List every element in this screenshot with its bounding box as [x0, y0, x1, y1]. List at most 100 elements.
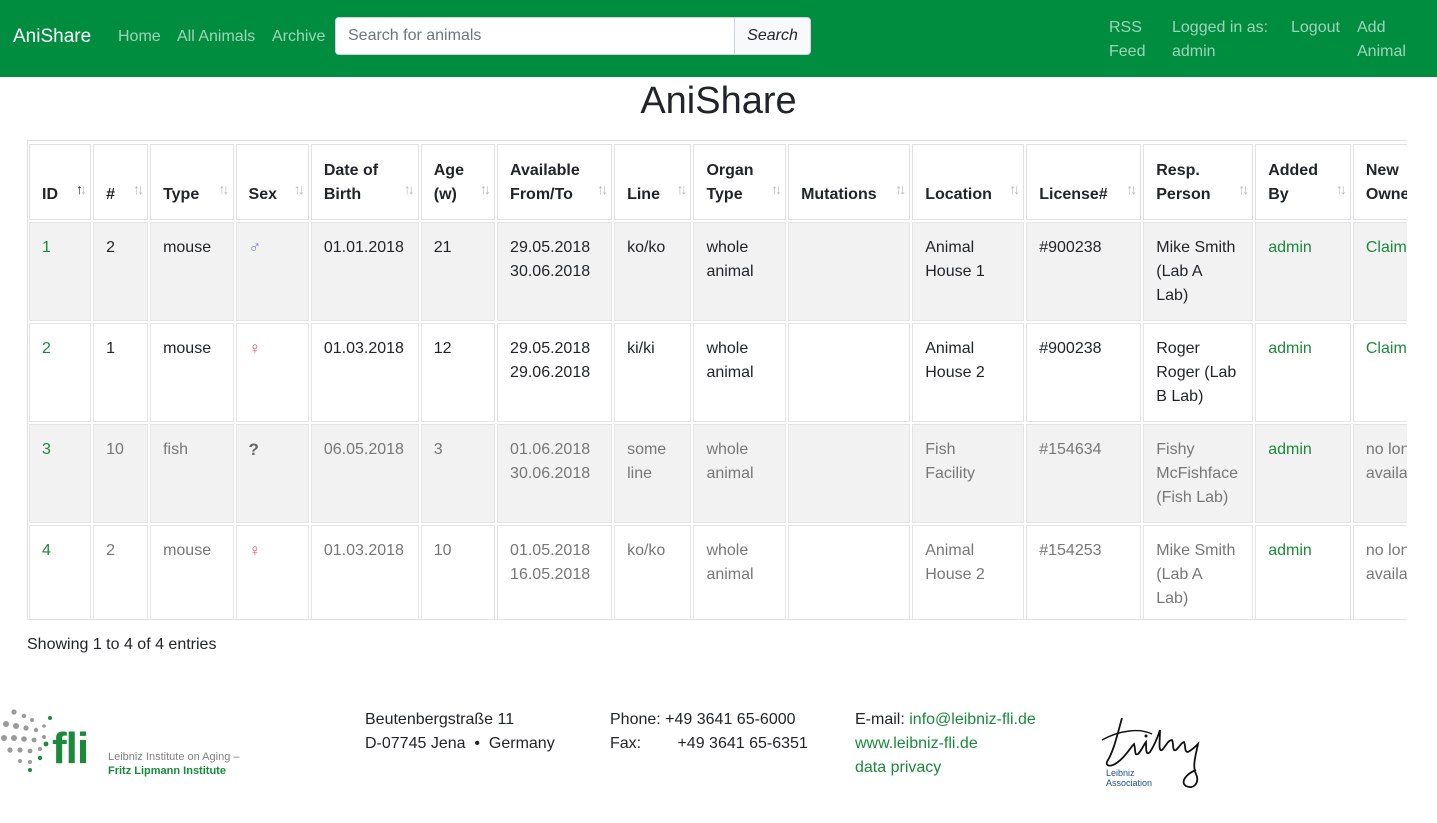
website-link[interactable]: www.leibniz-fli.de — [855, 732, 1036, 756]
column-header[interactable]: Type ↑↓ — [150, 144, 234, 220]
column-header-label: Added — [1268, 162, 1318, 179]
nav-home[interactable]: Home — [118, 28, 161, 46]
cell-resp-person-text: Lab) — [1156, 287, 1189, 304]
cell-line: ko/ko — [614, 222, 692, 321]
animal-id-link[interactable]: 2 — [42, 337, 78, 361]
sort-arrows-icon[interactable]: ↑↓ — [219, 177, 230, 201]
cell-type: fish — [150, 424, 234, 523]
animal-id-link[interactable]: 4 — [42, 539, 78, 563]
search-input[interactable] — [335, 17, 735, 55]
claim-link[interactable]: Claim! — [1366, 337, 1407, 361]
animals-table: ID ↑↓ # ↑↓ Type ↑↓ Sex ↑↓ Date of Birth ↑↓ Age (w) ↑↓… — [28, 142, 1407, 619]
column-header[interactable]: Available From/To ↑↓ — [497, 144, 613, 220]
column-header[interactable]: Age (w) ↑↓ — [420, 144, 496, 220]
cell-new-owner-text: available — [1365, 566, 1407, 583]
column-header[interactable]: # ↑↓ — [93, 144, 149, 220]
sort-arrows-icon[interactable]: ↑↓ — [76, 177, 87, 201]
column-header[interactable]: Date of Birth ↑↓ — [310, 144, 419, 220]
sort-arrows-icon[interactable]: ↑↓ — [771, 177, 782, 201]
cell-age-text: 21 — [433, 239, 452, 256]
search-button[interactable]: Search — [734, 17, 811, 55]
column-header[interactable]: NewOwner↑↓ — [1352, 144, 1407, 220]
rss-feed-link[interactable]: RSS Feed — [1109, 16, 1145, 64]
added-by-link[interactable]: admin — [1268, 539, 1338, 563]
logout-link[interactable]: Logout — [1291, 16, 1340, 40]
cell-organ-type: whole animal — [693, 424, 787, 523]
column-header-label-line2: Birth — [323, 186, 362, 203]
sort-arrows-icon[interactable]: ↑↓ — [1009, 177, 1020, 201]
added-by-link[interactable]: admin — [1268, 337, 1338, 361]
sort-arrows-icon[interactable]: ↑↓ — [294, 177, 305, 201]
sort-arrows-icon[interactable]: ↑↓ — [597, 177, 608, 201]
table-row[interactable]: 2 1 mouse ♀ 01.03.2018 12 29.05.2018 29.06.2018… — [29, 323, 1407, 422]
cell-location: Animal House 2 — [912, 323, 1025, 422]
column-header[interactable]: Location ↑↓ — [912, 144, 1025, 220]
column-header[interactable]: Mutations ↑↓ — [788, 144, 911, 220]
column-header[interactable]: Resp. Person ↑↓ — [1143, 144, 1254, 220]
table-row[interactable]: 4 2 mouse ♀ 01.03.2018 10 01.05.2018 16.05.2018… — [29, 525, 1407, 619]
add-animal-link[interactable]: Add Animal — [1357, 16, 1406, 64]
column-header-label: Line — [627, 186, 660, 203]
sort-arrows-icon[interactable]: ↑↓ — [676, 177, 687, 201]
added-by-link[interactable]: admin — [1268, 236, 1338, 260]
cell-line-text: ko/ko — [627, 239, 666, 256]
column-header[interactable]: License# ↑↓ — [1026, 144, 1142, 220]
data-privacy-link[interactable]: data privacy — [855, 756, 1036, 780]
leibniz-logo-text-1: Leibniz — [1106, 768, 1135, 778]
nav-all-animals[interactable]: All Animals — [177, 28, 255, 46]
animal-id-link[interactable]: 1 — [42, 236, 78, 260]
leibniz-association-logo-icon: Leibniz Association — [1101, 717, 1200, 788]
fli-logo-subtitle-1: Leibniz Institute on Aging – — [108, 751, 240, 763]
cell-mutations — [788, 424, 911, 523]
sort-arrows-icon[interactable]: ↑↓ — [1126, 177, 1137, 201]
cell-dob: 01.01.2018 — [310, 222, 419, 321]
column-header[interactable]: Organ Type ↑↓ — [693, 144, 787, 220]
cell-type-text: mouse — [163, 239, 212, 256]
cell-resp-person-text: Mike Smith — [1156, 542, 1236, 559]
cell-available-text: 16.05.2018 — [510, 566, 591, 583]
nav-archive[interactable]: Archive — [272, 28, 325, 46]
cell-new-owner-text: no longer — [1365, 542, 1407, 559]
phone-number: +49 3641 65-6000 — [665, 711, 796, 728]
cell-age: 3 — [420, 424, 496, 523]
sort-arrows-icon[interactable]: ↑↓ — [895, 177, 906, 201]
sort-arrows-icon[interactable]: ↑↓ — [1336, 177, 1347, 201]
cell-count: 10 — [93, 424, 149, 523]
cell-available: 29.05.2018 29.06.2018 — [497, 323, 613, 422]
cell-organ-type-text: whole — [706, 441, 749, 458]
column-header[interactable]: Sex ↑↓ — [235, 144, 309, 220]
sort-arrows-icon[interactable]: ↑↓ — [480, 177, 491, 201]
column-header-label: ID — [42, 186, 58, 203]
brand-logo[interactable]: AniShare — [13, 26, 91, 48]
cell-type: mouse — [150, 525, 234, 619]
column-header[interactable]: Line ↑↓ — [614, 144, 692, 220]
cell-resp-person-text: Roger — [1156, 340, 1200, 357]
cell-resp-person-text: Lab) — [1156, 590, 1189, 607]
cell-resp-person-text: B Lab) — [1156, 388, 1204, 405]
table-row[interactable]: 3 10 fish? 06.05.2018 3 01.06.2018 30.06.2018 s… — [29, 424, 1407, 523]
claim-link[interactable]: Claim! — [1366, 236, 1407, 260]
cell-available-text: 29.05.2018 — [510, 239, 591, 256]
cell-license: #154253 — [1026, 525, 1142, 619]
cell-count: 1 — [93, 323, 149, 422]
sort-arrows-icon[interactable]: ↑↓ — [1238, 177, 1249, 201]
cell-location-text: Facility — [925, 465, 976, 482]
cell-dob-text: 06.05.2018 — [323, 441, 404, 458]
added-by-link[interactable]: admin — [1268, 438, 1338, 462]
cell-available-text: 01.05.2018 — [510, 542, 591, 559]
table-row[interactable]: 1 2 mouse ♂ 01.01.2018 21 29.05.2018 30.06.2018… — [29, 222, 1407, 321]
column-header[interactable]: ID ↑↓ — [29, 144, 92, 220]
sort-arrows-icon[interactable]: ↑↓ — [133, 177, 144, 201]
animal-id-link[interactable]: 3 — [42, 438, 78, 462]
cell-license-text: #154634 — [1039, 441, 1102, 458]
cell-organ-type-text: animal — [706, 566, 754, 583]
column-header[interactable]: Added By ↑↓ — [1255, 144, 1351, 220]
cell-count: 2 — [93, 222, 149, 321]
cell-count-text: 2 — [106, 542, 115, 559]
email-link[interactable]: info@leibniz-fli.de — [909, 711, 1036, 728]
sort-arrows-icon[interactable]: ↑↓ — [404, 177, 415, 201]
cell-organ-type-text: whole — [706, 542, 749, 559]
cell-available-text: 29.05.2018 — [510, 340, 591, 357]
logged-in-status: Logged in as: admin — [1172, 16, 1268, 64]
fli-logo-subtitle-2: Fritz Lipmann Institute — [108, 765, 226, 777]
